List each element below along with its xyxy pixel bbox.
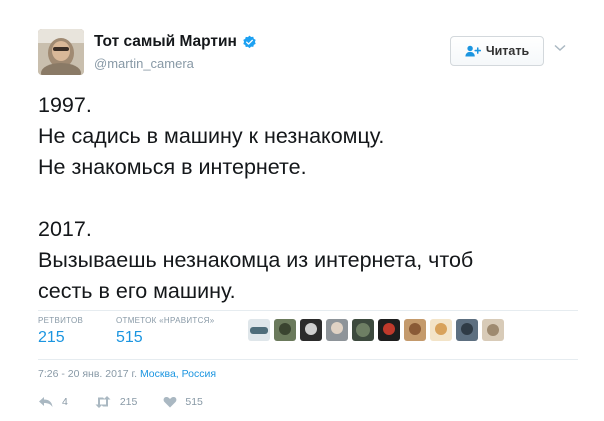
tweet-line: 1997. [38,93,92,117]
reply-icon [39,397,53,407]
likers-avatars [248,319,508,341]
liker-avatar[interactable] [482,319,504,341]
follow-user-icon [465,45,481,57]
follow-button[interactable]: Читать [450,36,544,66]
liker-avatar[interactable] [430,319,452,341]
tweet-card: Тот самый Мартин @martin_camera Читать 1… [0,0,604,421]
retweets-count: 215 [38,329,65,346]
avatar[interactable] [38,29,84,75]
reply-count: 4 [62,396,68,408]
retweet-button[interactable]: 215 [94,396,138,408]
tweet-timestamp: 7:26 - 20 янв. 2017 г. Москва, Россия [38,368,216,380]
liker-avatar[interactable] [326,319,348,341]
tweet-text: 1997. Не садись в машину к незнакомцу. Н… [38,90,578,307]
like-button[interactable]: 515 [163,396,203,408]
liker-avatar[interactable] [352,319,374,341]
reply-button[interactable]: 4 [38,396,68,408]
tweet-line: Вызываешь незнакомца из интернета, чтоб [38,248,474,272]
retweet-count: 215 [119,396,138,408]
tweet-line: сесть в его машину. [38,279,236,303]
account-name-row: Тот самый Мартин [94,33,257,51]
heart-icon [163,396,177,408]
liker-avatar[interactable] [248,319,270,341]
liker-avatar[interactable] [274,319,296,341]
verified-badge-icon [242,35,257,50]
retweets-stat[interactable]: РЕТВИТОВ 215 [38,316,83,347]
tweet-time[interactable]: 7:26 - 20 янв. 2017 г. [38,368,137,380]
tweet-line: 2017. [38,217,92,241]
likes-stat[interactable]: ОТМЕТОК «НРАВИТСЯ» 515 [116,316,214,347]
liker-avatar[interactable] [404,319,426,341]
display-name[interactable]: Тот самый Мартин [94,33,237,51]
liker-avatar[interactable] [378,319,400,341]
chevron-down-icon[interactable] [554,44,566,52]
tweet-actions: 4 215 515 [38,396,229,408]
retweet-icon [95,396,111,408]
liker-avatar[interactable] [300,319,322,341]
likes-label: ОТМЕТОК «НРАВИТСЯ» [116,316,215,325]
tweet-location[interactable]: Москва, Россия [140,368,216,380]
retweets-label: РЕТВИТОВ [38,316,84,325]
tweet-stats: РЕТВИТОВ 215 ОТМЕТОК «НРАВИТСЯ» 515 [38,310,578,360]
user-handle[interactable]: @martin_camera [94,56,194,71]
follow-button-label: Читать [485,44,530,58]
tweet-line: Не знакомься в интернете. [38,155,307,179]
liker-avatar[interactable] [456,319,478,341]
likes-count: 515 [116,329,143,346]
like-count: 515 [185,396,203,408]
tweet-line: Не садись в машину к незнакомцу. [38,124,385,148]
